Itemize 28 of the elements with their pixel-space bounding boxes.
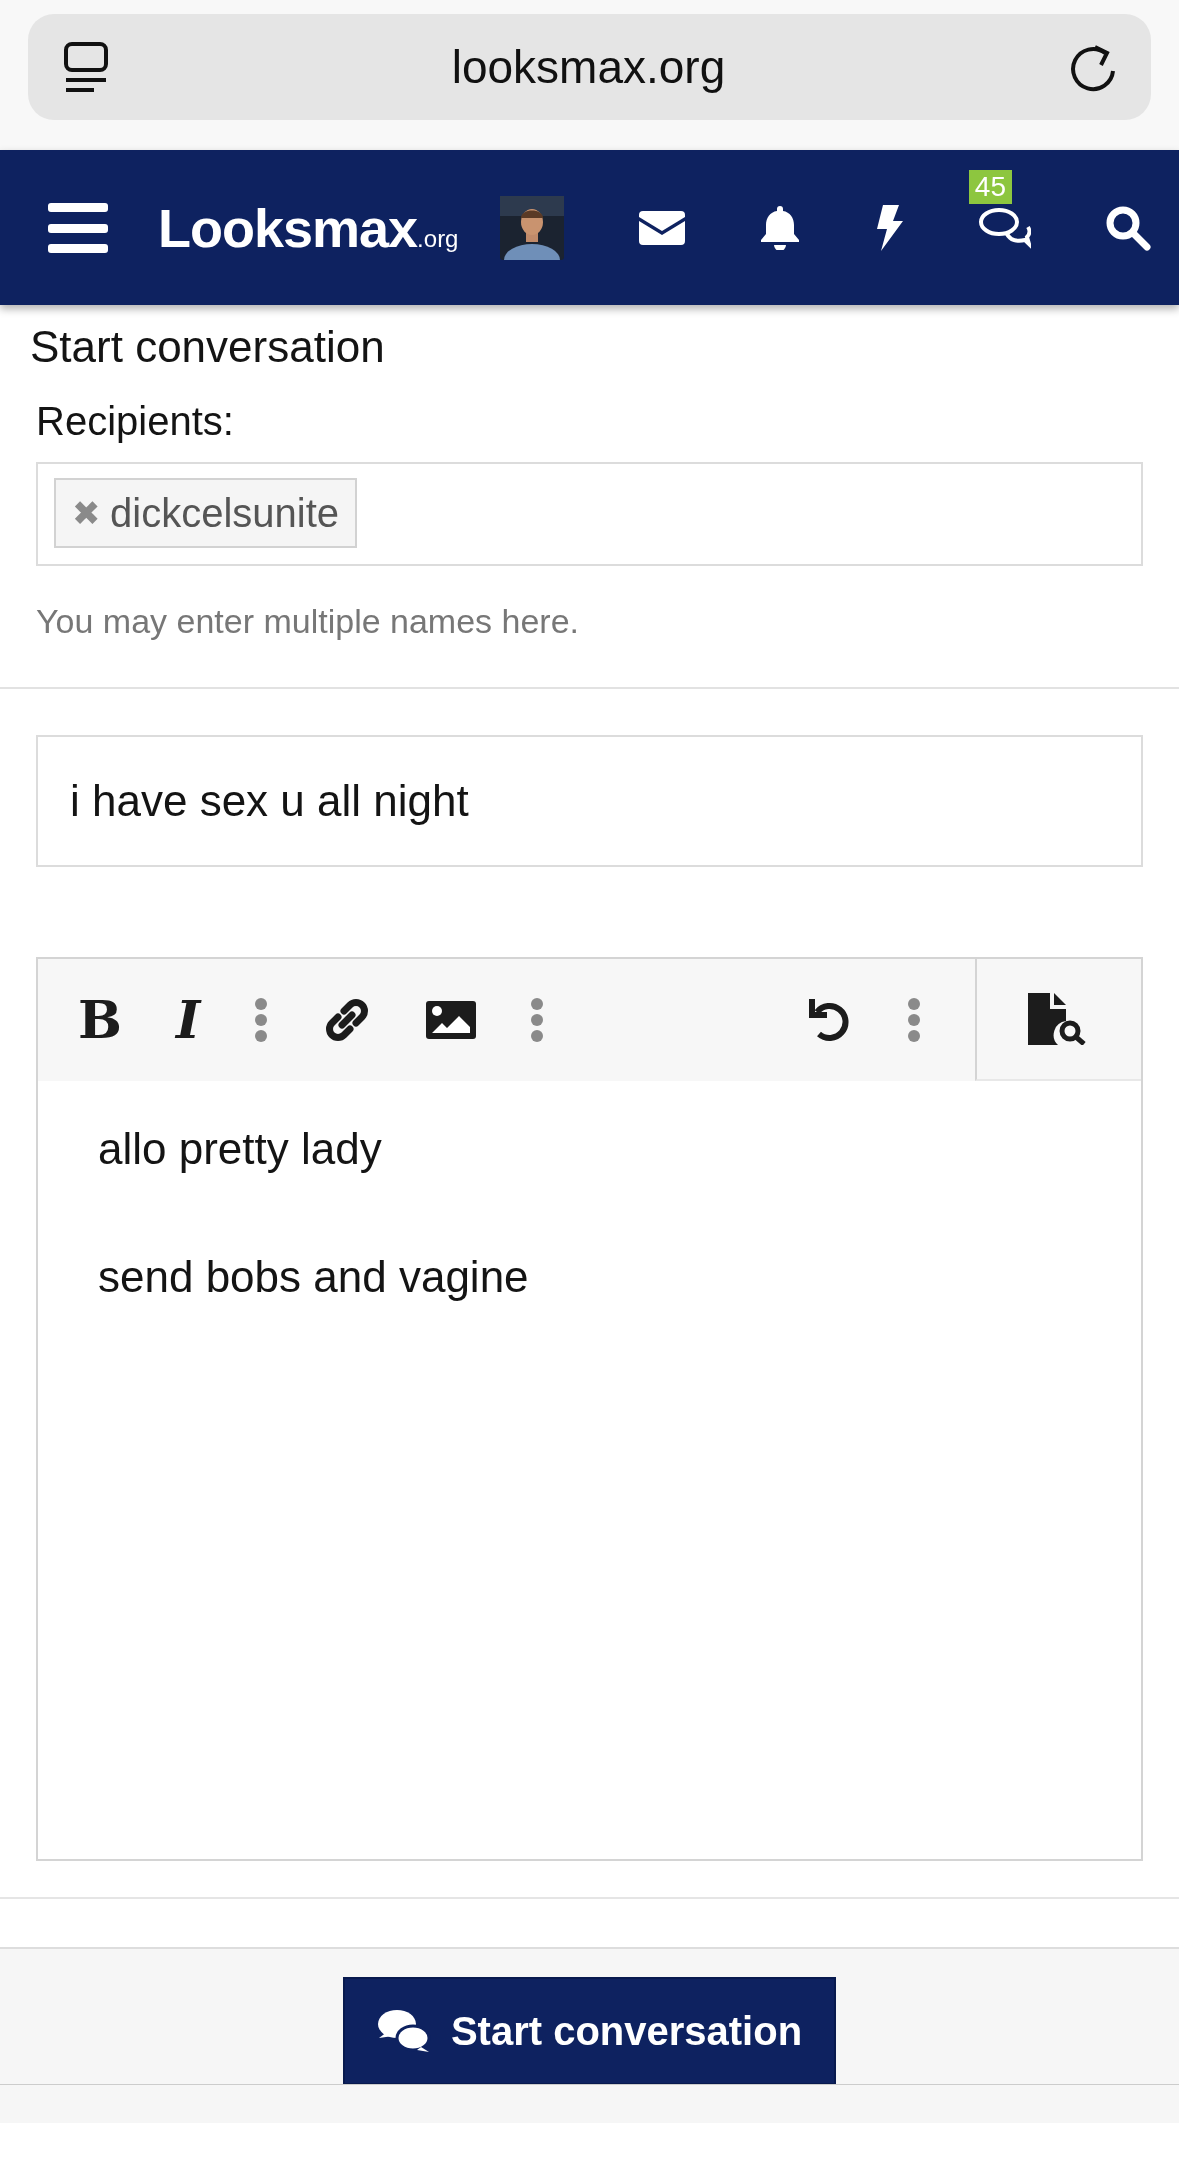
image-icon[interactable] — [426, 1001, 477, 1039]
more-icon[interactable] — [530, 997, 545, 1043]
more-icon[interactable] — [907, 997, 921, 1043]
bell-icon[interactable] — [758, 205, 801, 250]
recipients-field[interactable]: ✖ dickcelsunite — [36, 462, 1143, 566]
reader-icon[interactable] — [62, 40, 108, 94]
url-text: looksmax.org — [451, 40, 726, 94]
start-conversation-button[interactable]: Start conversation — [342, 1977, 837, 2085]
title-field[interactable]: i have sex u all night — [36, 735, 1143, 867]
recipients-hint: You may enter multiple names here. — [36, 602, 580, 641]
chat-icon — [376, 2008, 431, 2054]
more-icon[interactable] — [254, 997, 269, 1043]
lightning-icon[interactable] — [874, 204, 903, 251]
italic-button[interactable]: I — [175, 994, 201, 1046]
page-heading: Start conversation — [29, 321, 386, 373]
chat-icon[interactable] — [976, 205, 1031, 250]
address-bar[interactable]: looksmax.org — [28, 14, 1151, 120]
message-line: send bobs and vagine — [98, 1251, 529, 1303]
message-line: allo pretty lady — [98, 1123, 382, 1175]
envelope-icon[interactable] — [638, 210, 685, 245]
recipient-tag[interactable]: ✖ dickcelsunite — [54, 478, 357, 548]
recipients-label: Recipients: — [36, 399, 234, 444]
bold-button[interactable]: B — [78, 994, 122, 1046]
count-badge: 45 — [968, 169, 1012, 204]
search-icon[interactable] — [1104, 204, 1151, 251]
message-editor[interactable]: B I allo pretty lady send bobs and vagine — [36, 957, 1143, 1861]
menu-icon[interactable] — [48, 202, 108, 253]
site-logo[interactable]: Looksmax.org — [158, 196, 459, 259]
